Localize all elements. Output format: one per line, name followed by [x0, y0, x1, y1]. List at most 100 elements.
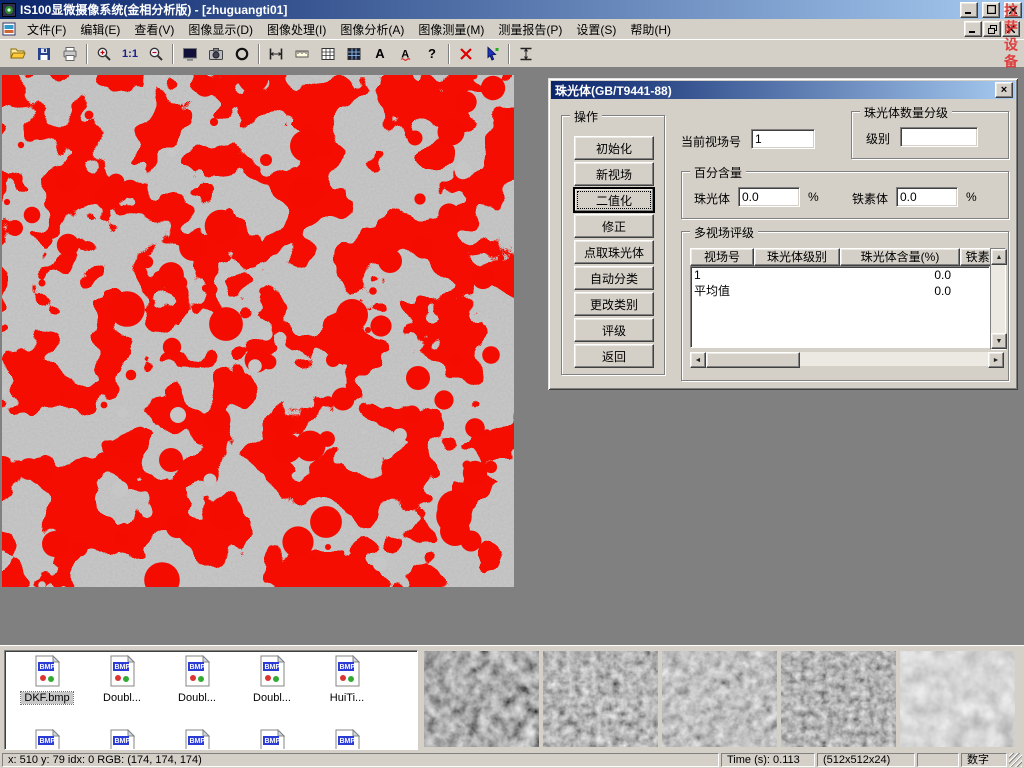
capture-button[interactable] [203, 42, 229, 66]
menu-edit[interactable]: 编辑(E) [73, 19, 127, 40]
zoom-in-button[interactable] [91, 42, 117, 66]
menu-image-processing[interactable]: 图像处理(I) [260, 19, 333, 40]
toolbar-separator [86, 44, 88, 64]
ferrite-label: 铁素体 [852, 190, 888, 207]
bmp-file-icon: BMP [257, 729, 287, 750]
minimize-button[interactable] [960, 2, 978, 18]
char-tool-button[interactable]: A [393, 42, 419, 66]
thumbnail-2[interactable] [543, 651, 658, 747]
text-tool-button[interactable]: A [367, 42, 393, 66]
menu-settings[interactable]: 设置(S) [569, 19, 623, 40]
metallograph-image[interactable] [2, 75, 514, 587]
save-button[interactable] [31, 42, 57, 66]
file-item-partial[interactable]: BMP [311, 729, 383, 750]
ruler-icon [294, 46, 310, 62]
file-item-partial[interactable]: BMP [161, 729, 233, 750]
table-horizontal-scrollbar[interactable]: ◄ ► [690, 352, 1004, 366]
pearlite-percent-input[interactable] [738, 187, 800, 207]
help-button[interactable]: ? [419, 42, 445, 66]
mdi-minimize-button[interactable] [964, 21, 982, 37]
btn-return[interactable]: 返回 [574, 344, 654, 368]
measure-vertical-button[interactable] [513, 42, 539, 66]
file-item[interactable]: BMP Doubl... [86, 655, 158, 704]
actual-size-button[interactable]: 1:1 [117, 42, 143, 66]
scroll-down-icon[interactable]: ▼ [991, 333, 1007, 349]
scroll-up-icon[interactable]: ▲ [991, 249, 1007, 265]
print-button[interactable] [57, 42, 83, 66]
video-preview-button[interactable] [177, 42, 203, 66]
scroll-left-icon[interactable]: ◄ [690, 352, 706, 368]
btn-initialize[interactable]: 初始化 [574, 136, 654, 160]
toolbar-separator [172, 44, 174, 64]
scrollbar-track[interactable] [800, 352, 988, 366]
dialog-title-bar[interactable]: 珠光体(GB/T9441-88) × [551, 81, 1015, 99]
dialog-close-button[interactable]: × [995, 82, 1013, 98]
btn-pick-pearlite[interactable]: 点取珠光体 [574, 240, 654, 264]
status-image-size: (512x512x24) [817, 753, 915, 767]
grade-group-label: 珠光体数量分级 [860, 104, 952, 121]
zoom-out-button[interactable] [143, 42, 169, 66]
file-item[interactable]: BMP Doubl... [236, 655, 308, 704]
thumbnail-1[interactable] [424, 651, 539, 747]
file-item[interactable]: BMP HuiTi... [311, 655, 383, 704]
table-body: 1 0.0 平均值 0.0 [690, 266, 990, 348]
grid-icon [320, 46, 336, 62]
btn-change-class[interactable]: 更改类别 [574, 292, 654, 316]
maximize-button[interactable] [982, 2, 1000, 18]
title-bar: IS100显微摄像系统(金相分析版) - [zhuguangti01] [0, 0, 1024, 19]
percent-group: 百分含量 珠光体 % 铁素体 % [681, 171, 1009, 219]
grade-input[interactable] [900, 127, 978, 147]
menu-view[interactable]: 查看(V) [127, 19, 181, 40]
menu-file[interactable]: 文件(F) [20, 19, 73, 40]
scroll-right-icon[interactable]: ► [988, 352, 1004, 368]
thumbnail-5[interactable] [900, 651, 1015, 747]
percent-group-label: 百分含量 [690, 164, 746, 181]
open-file-button[interactable] [5, 42, 31, 66]
measure-length-button[interactable] [263, 42, 289, 66]
menu-image-measure[interactable]: 图像测量(M) [411, 19, 491, 40]
image-canvas[interactable] [2, 75, 514, 587]
watermark-text: 拉萨设备 [1001, 3, 1021, 71]
thumbnail-3[interactable] [662, 651, 777, 747]
table-row[interactable]: 平均值 0.0 [691, 283, 989, 299]
file-item[interactable]: BMP DKF.bmp [11, 655, 83, 704]
file-item-partial[interactable]: BMP [236, 729, 308, 750]
btn-binarize[interactable]: 二值化 [574, 188, 654, 212]
menu-report[interactable]: 测量报告(P) [491, 19, 569, 40]
grid-button[interactable] [315, 42, 341, 66]
ferrite-percent-sign: % [966, 190, 977, 204]
dark-grid-button[interactable] [341, 42, 367, 66]
ruler-button[interactable] [289, 42, 315, 66]
ferrite-percent-input[interactable] [896, 187, 958, 207]
menu-help[interactable]: 帮助(H) [623, 19, 678, 40]
scrollbar-thumb[interactable] [706, 352, 800, 368]
circle-tool-button[interactable] [229, 42, 255, 66]
btn-correct[interactable]: 修正 [574, 214, 654, 238]
resize-grip[interactable] [1009, 753, 1022, 767]
window-title: IS100显微摄像系统(金相分析版) - [zhuguangti01] [20, 1, 956, 18]
col-pearlite-grade[interactable]: 珠光体级别 [754, 248, 840, 266]
col-field-number[interactable]: 视场号 [690, 248, 754, 266]
menu-image-display[interactable]: 图像显示(D) [181, 19, 260, 40]
bmp-file-icon: BMP [32, 655, 62, 687]
mdi-restore-button[interactable] [983, 21, 1001, 37]
file-item[interactable]: BMP Doubl... [161, 655, 233, 704]
col-ferrite-pct[interactable]: 铁素体含量(%) [960, 248, 990, 266]
thumbnail-4[interactable] [781, 651, 896, 747]
current-field-input[interactable] [751, 129, 815, 149]
menu-image-analysis[interactable]: 图像分析(A) [333, 19, 411, 40]
file-list[interactable]: BMP DKF.bmp BMP Doubl... BMP Doubl... BM… [4, 650, 418, 750]
btn-grade[interactable]: 评级 [574, 318, 654, 342]
file-item-partial[interactable]: BMP [86, 729, 158, 750]
red-cross-icon [458, 46, 474, 62]
table-vertical-scrollbar[interactable]: ▲ ▼ [990, 248, 1006, 350]
delete-tool-button[interactable] [453, 42, 479, 66]
svg-text:BMP: BMP [265, 738, 281, 745]
file-item-partial[interactable]: BMP [11, 729, 83, 750]
btn-auto-classify[interactable]: 自动分类 [574, 266, 654, 290]
btn-new-field[interactable]: 新视场 [574, 162, 654, 186]
table-row[interactable]: 1 0.0 [691, 267, 989, 283]
pointer-tool-button[interactable] [479, 42, 505, 66]
status-spacer [917, 753, 959, 767]
col-pearlite-pct[interactable]: 珠光体含量(%) [840, 248, 960, 266]
